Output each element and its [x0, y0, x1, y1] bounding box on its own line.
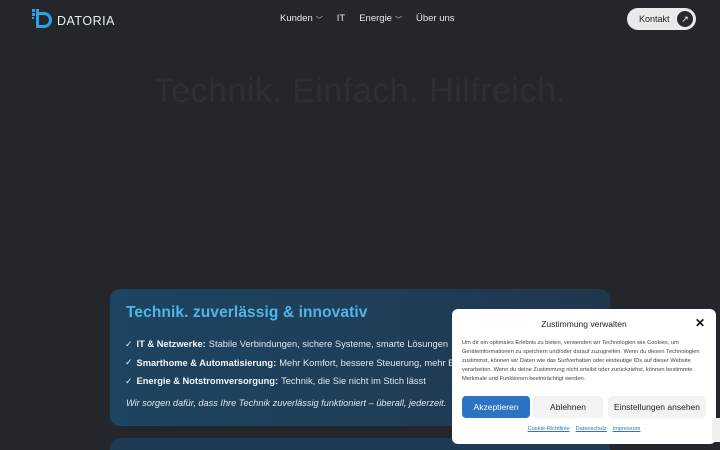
logo-mark-icon [32, 9, 54, 29]
list-item-text: Mehr Komfort, bessere Steuerung, mehr Ef… [279, 357, 469, 368]
check-icon: ✓ [125, 338, 133, 349]
list-item-text: Stabile Verbindungen, sichere Systeme, s… [208, 339, 449, 350]
nav-label: IT [336, 13, 346, 24]
list-item-title: Energie & Notstromversorgung: [136, 376, 279, 387]
accept-button[interactable]: Akzeptieren [462, 396, 530, 418]
card-quote: Wir sorgen dafür, dass Ihre Technik zuve… [126, 398, 447, 408]
nav-item-it[interactable]: IT [337, 13, 345, 24]
hero-headline: Technik. Einfach. Hilfreich. [153, 72, 567, 110]
nav-item-energie[interactable]: Energie ﹀ [359, 13, 402, 24]
list-item-title: IT & Netzwerke: [136, 339, 206, 350]
contact-label: Kontakt [639, 14, 670, 24]
consent-title: Zustimmung verwalten [541, 319, 627, 329]
nav-label: Kunden [280, 13, 313, 24]
nav-label: Energie [359, 13, 392, 24]
feature-list: ✓ IT & Netzwerke: Stabile Verbindungen, … [125, 335, 468, 391]
datoria-logo[interactable]: DATORIA [32, 9, 115, 29]
privacy-link[interactable]: Datenschutz [576, 426, 607, 432]
check-icon: ✓ [125, 357, 133, 368]
nav-label: Über uns [415, 13, 455, 24]
deny-button[interactable]: Ablehnen [533, 396, 603, 418]
list-item-text: Technik, die Sie nicht im Stich lässt [281, 376, 426, 387]
consent-text: Um dir ein optimales Erlebnis zu bieten,… [462, 340, 700, 383]
side-tab[interactable] [712, 418, 720, 442]
chevron-down-icon: ﹀ [315, 16, 323, 24]
chevron-down-icon: ﹀ [394, 16, 402, 24]
list-item: ✓ Energie & Notstromversorgung: Technik,… [125, 372, 468, 391]
imprint-link[interactable]: Impressum [613, 426, 641, 432]
main-nav: Kunden ﹀ IT Energie ﹀ Über uns [280, 13, 455, 24]
site-header: DATORIA Kunden ﹀ IT Energie ﹀ Über uns K… [0, 0, 720, 40]
logo-text: DATORIA [57, 13, 115, 28]
check-icon: ✓ [125, 375, 133, 386]
card-title: Technik. zuverlässig & innovativ [126, 304, 368, 321]
list-item: ✓ Smarthome & Automatisierung: Mehr Komf… [125, 354, 468, 373]
list-item-title: Smarthome & Automatisierung: [136, 357, 277, 368]
nav-item-ueber-uns[interactable]: Über uns [416, 13, 455, 24]
consent-links: Cookie-Richtlinie Datenschutz Impressum [452, 426, 716, 432]
view-settings-button[interactable]: Einstellungen ansehen [608, 396, 706, 418]
cookie-policy-link[interactable]: Cookie-Richtlinie [528, 426, 570, 432]
close-icon[interactable]: ✕ [695, 317, 705, 329]
contact-button[interactable]: Kontakt ↗ [627, 8, 696, 30]
nav-item-kunden[interactable]: Kunden ﹀ [280, 13, 323, 24]
arrow-up-right-icon: ↗ [677, 11, 693, 27]
list-item: ✓ IT & Netzwerke: Stabile Verbindungen, … [125, 335, 468, 354]
cookie-consent-dialog: Zustimmung verwalten ✕ Um dir ein optima… [452, 309, 716, 444]
